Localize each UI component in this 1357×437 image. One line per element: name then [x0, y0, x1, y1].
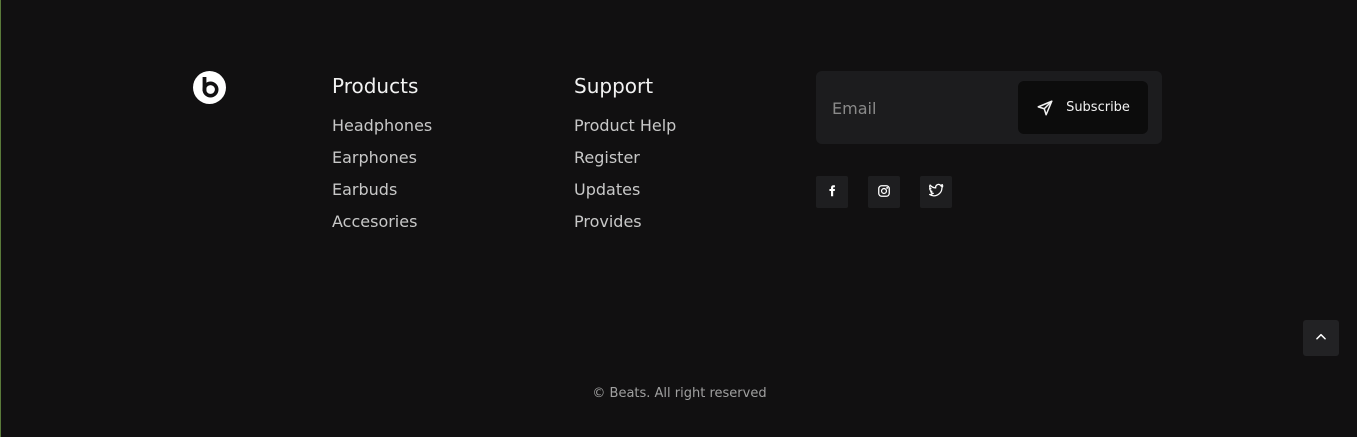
newsletter-form: Subscribe — [816, 71, 1162, 144]
support-link-updates[interactable]: Updates — [574, 174, 676, 206]
instagram-button[interactable] — [868, 176, 900, 208]
products-column: Products Headphones Earphones Earbuds Ac… — [332, 73, 432, 238]
products-link-headphones[interactable]: Headphones — [332, 110, 432, 142]
support-link-provides[interactable]: Provides — [574, 206, 676, 238]
beats-logo-icon[interactable] — [193, 71, 226, 104]
email-input[interactable] — [830, 89, 1014, 127]
instagram-icon — [877, 183, 891, 202]
support-link-product-help[interactable]: Product Help — [574, 110, 676, 142]
support-link-register[interactable]: Register — [574, 142, 676, 174]
subscribe-button[interactable]: Subscribe — [1018, 81, 1148, 134]
products-link-earphones[interactable]: Earphones — [332, 142, 432, 174]
support-heading: Support — [574, 74, 654, 98]
scroll-to-top-button[interactable] — [1303, 320, 1339, 356]
support-column: Support Product Help Register Updates Pr… — [574, 73, 676, 238]
send-icon — [1036, 99, 1054, 117]
footer-section: Products Headphones Earphones Earbuds Ac… — [0, 0, 1357, 437]
products-link-earbuds[interactable]: Earbuds — [332, 174, 432, 206]
support-list: Product Help Register Updates Provides — [574, 110, 676, 238]
subscribe-label: Subscribe — [1066, 100, 1130, 115]
products-list: Headphones Earphones Earbuds Accesories — [332, 110, 432, 238]
products-heading: Products — [332, 74, 419, 98]
twitter-icon — [928, 183, 944, 202]
products-link-accesories[interactable]: Accesories — [332, 206, 432, 238]
facebook-icon — [825, 183, 839, 202]
chevron-up-icon — [1314, 329, 1328, 348]
facebook-button[interactable] — [816, 176, 848, 208]
copyright-text: © Beats. All right reserved — [592, 386, 767, 401]
twitter-button[interactable] — [920, 176, 952, 208]
